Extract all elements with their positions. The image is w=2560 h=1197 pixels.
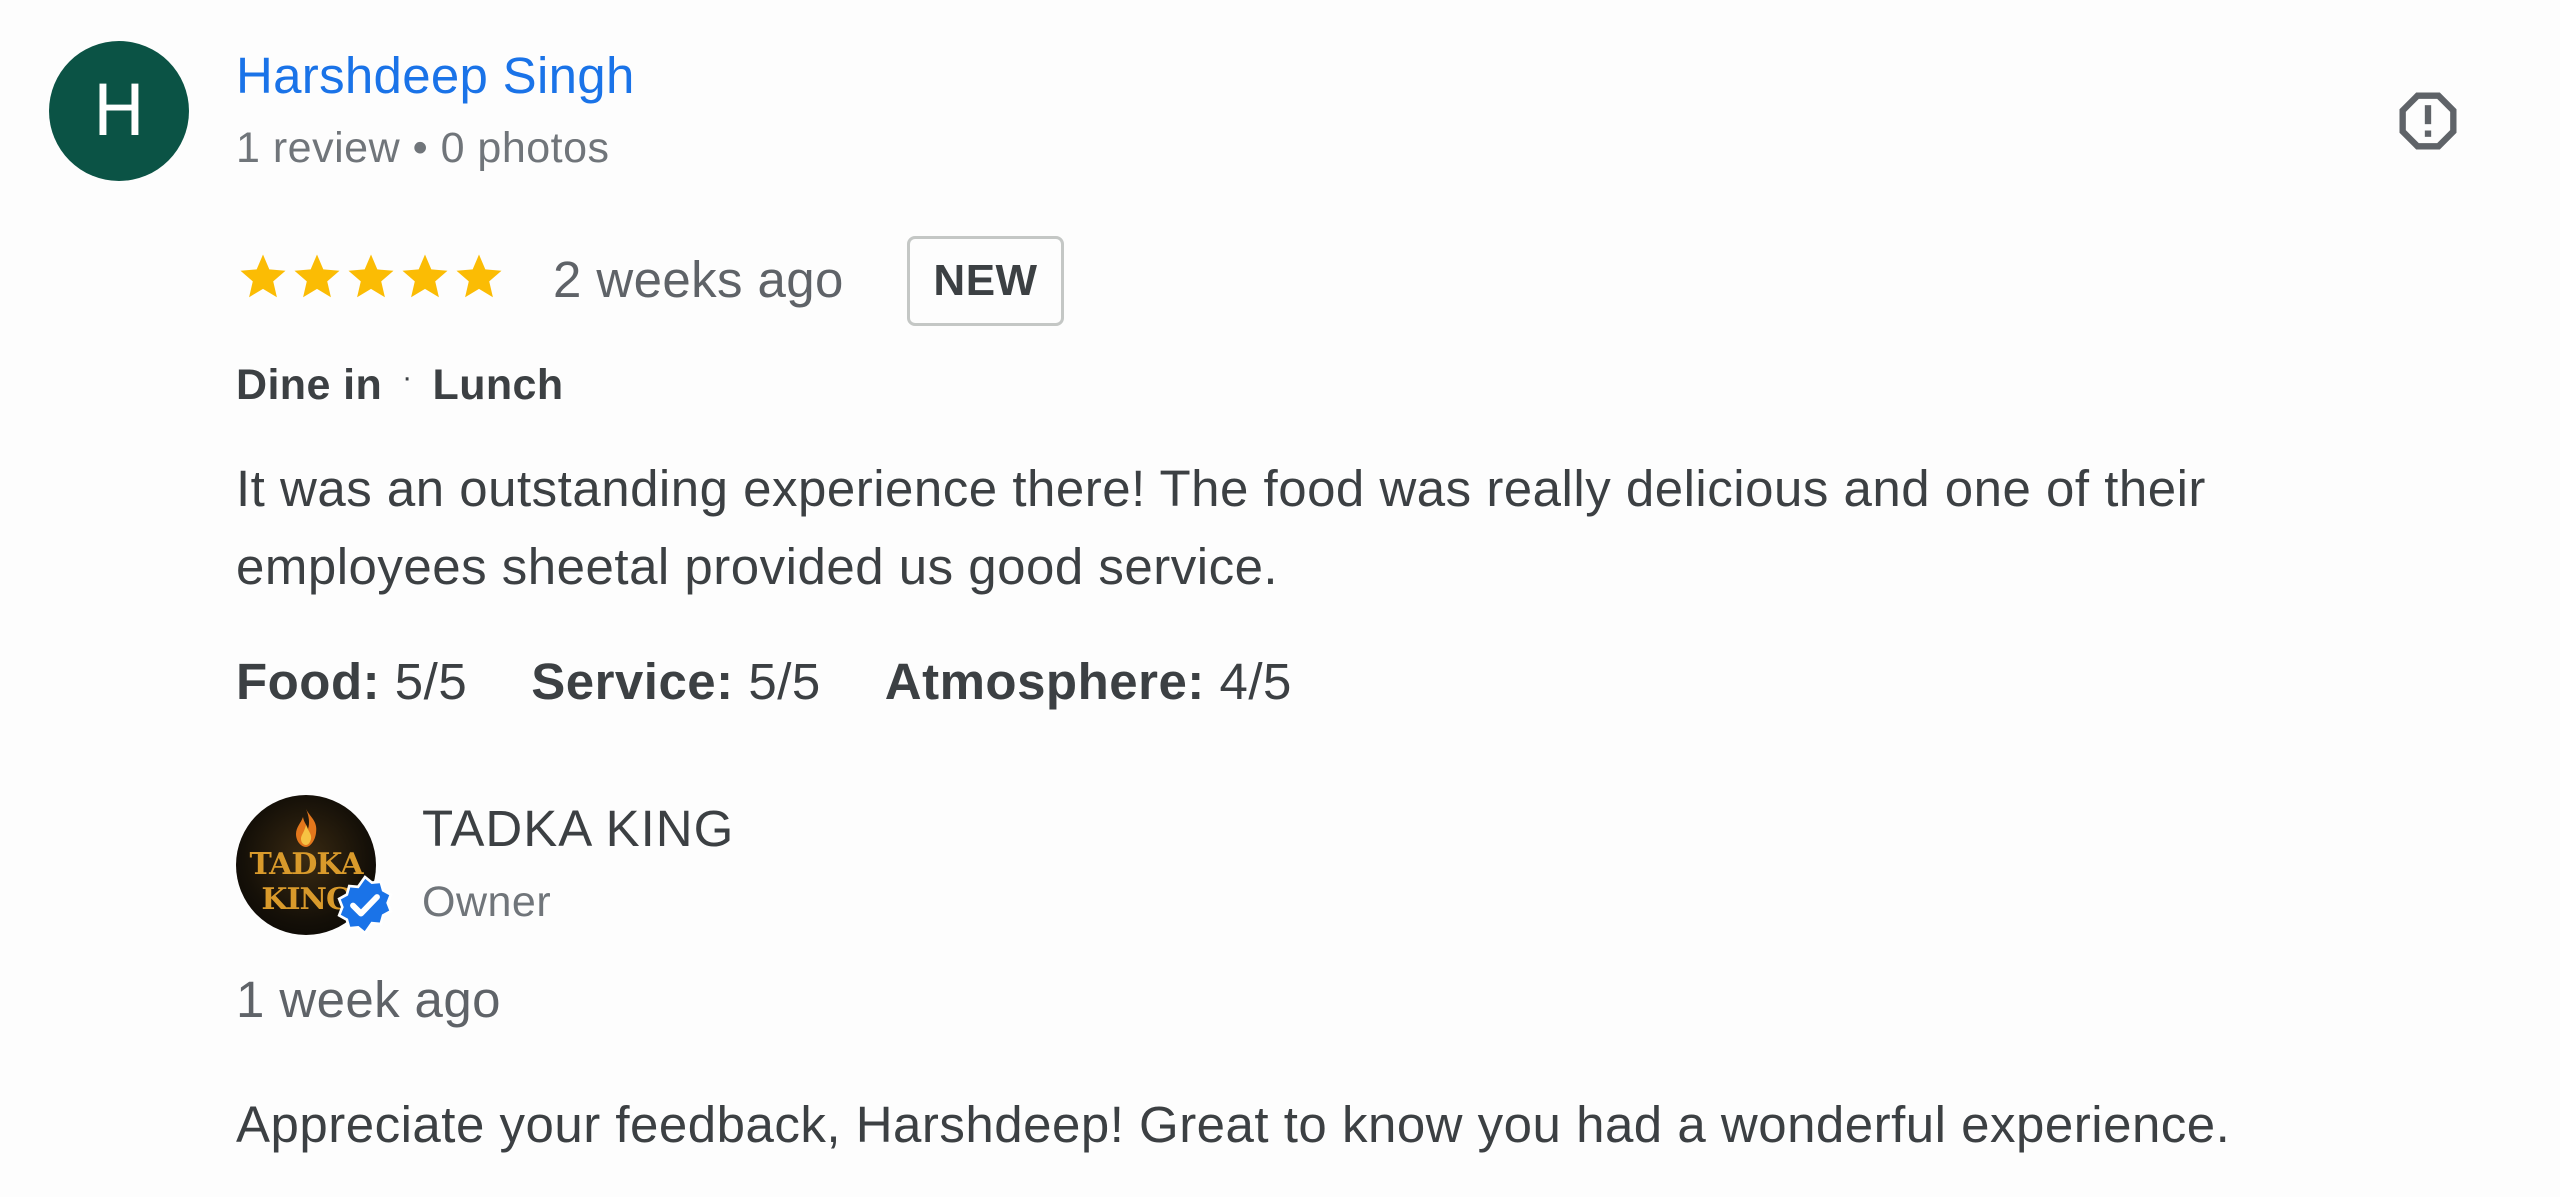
rating-service: Service: 5/5 (531, 650, 821, 714)
owner-role: Owner (422, 878, 552, 926)
tag-separator: · (402, 361, 413, 394)
report-flag-icon (2399, 92, 2457, 150)
owner-name[interactable]: TADKA KING (422, 797, 734, 861)
category-ratings: Food: 5/5 Service: 5/5 Atmosphere: 4/5 (236, 650, 1356, 714)
reviewer-name[interactable]: Harshdeep Singh (236, 44, 635, 108)
reviewer-avatar[interactable]: H (49, 41, 189, 181)
owner-avatar[interactable]: TADKA KING (236, 795, 393, 935)
star-icon (294, 254, 340, 298)
flame-logo-icon (296, 809, 317, 847)
review-text: It was an outstanding experience there! … (236, 460, 2206, 595)
reviewer-meta[interactable]: 1 review • 0 photos (236, 120, 610, 176)
reply-date: 1 week ago (236, 971, 501, 1028)
reply-text: Appreciate your feedback, Harshdeep! Gre… (236, 1096, 2231, 1153)
rating-value: 5/5 (748, 653, 821, 710)
visit-tag: Lunch (432, 361, 564, 409)
rating-label: Atmosphere: (884, 653, 1205, 710)
rating-atmosphere: Atmosphere: 4/5 (885, 650, 1292, 714)
star-rating (236, 248, 506, 306)
review-date: 2 weeks ago (553, 251, 844, 308)
rating-value: 4/5 (1219, 653, 1292, 710)
visit-tags: Dine in · Lunch (236, 350, 564, 420)
rating-label: Service: (531, 653, 734, 710)
rating-value: 5/5 (394, 653, 468, 710)
star-icon (240, 254, 286, 298)
reviewer-avatar-letter: H (92, 70, 146, 152)
star-icon (456, 254, 502, 298)
visit-tag: Dine in (236, 361, 383, 409)
star-icon (348, 254, 394, 298)
review-card: H Harshdeep Singh 1 review • 0 photos 2 … (0, 0, 2560, 1197)
new-badge: NEW (907, 236, 1064, 326)
verified-badge-icon (337, 875, 393, 935)
rating-label: Food: (236, 653, 381, 710)
star-icon (402, 254, 448, 298)
rating-food: Food: 5/5 (236, 650, 467, 714)
report-review-button[interactable] (2388, 81, 2468, 161)
